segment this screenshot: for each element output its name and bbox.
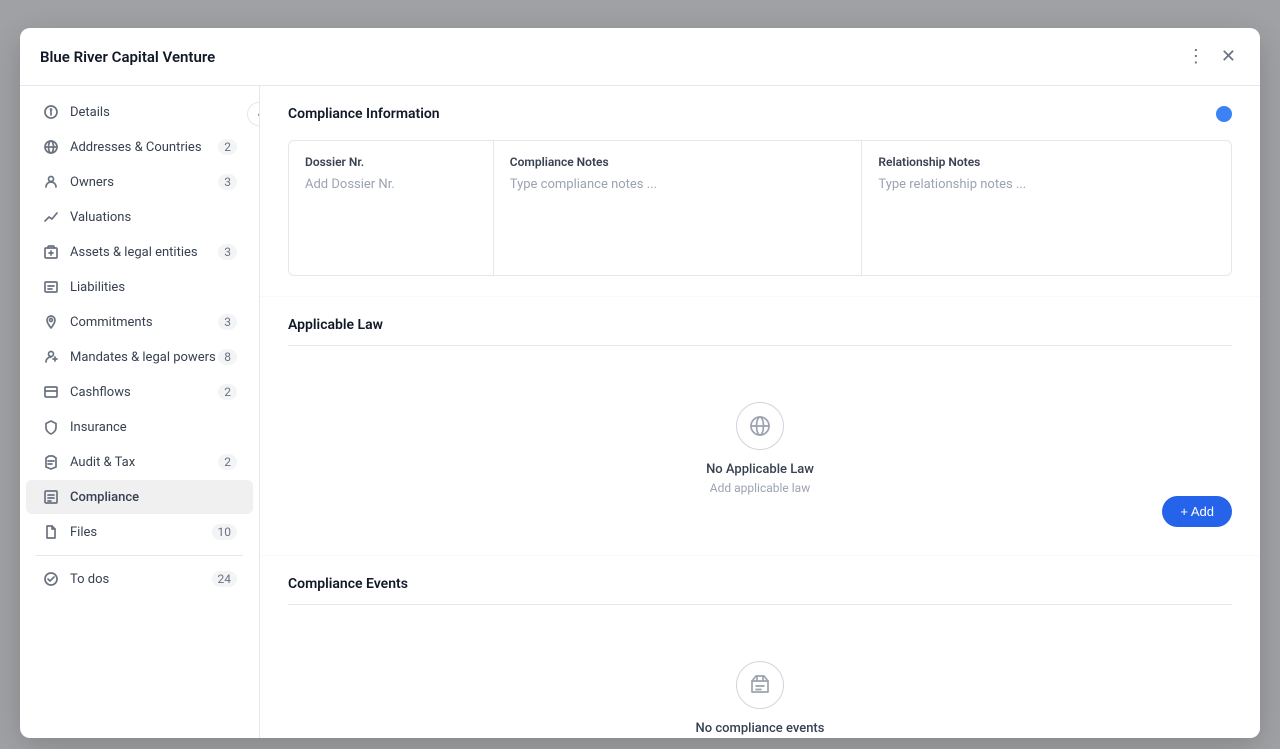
relationship-notes-label: Relationship Notes: [878, 155, 1215, 169]
sidebar-item-label: Liabilities: [70, 280, 237, 295]
sidebar-item-count: 3: [218, 174, 237, 190]
compliance-info-section: Compliance Information Dossier Nr. Compl…: [260, 86, 1260, 296]
insurance-icon: [42, 418, 60, 436]
compliance-notes-input[interactable]: [510, 177, 846, 257]
dossier-label: Dossier Nr.: [305, 155, 477, 169]
liabilities-icon: [42, 278, 60, 296]
sidebar-item-label: Mandates & legal powers: [70, 350, 218, 365]
compliance-events-section: Compliance Events N: [260, 556, 1260, 738]
sidebar-item-todos[interactable]: To dos 24: [26, 562, 253, 596]
assets-icon: [42, 243, 60, 261]
modal-header: Blue River Capital Venture ⋮ ✕: [20, 28, 1260, 86]
sidebar-item-count: 3: [218, 244, 237, 260]
info-icon: [42, 103, 60, 121]
more-options-button[interactable]: ⋮: [1183, 42, 1209, 71]
audit-icon: [42, 453, 60, 471]
check-icon: [42, 570, 60, 588]
sidebar-item-label: Assets & legal entities: [70, 245, 218, 260]
dossier-input[interactable]: [305, 177, 477, 257]
sidebar-item-liabilities[interactable]: Liabilities: [26, 270, 253, 304]
applicable-law-title: Applicable Law: [288, 317, 1232, 346]
no-applicable-law-title: No Applicable Law: [706, 462, 814, 477]
compliance-icon: [42, 488, 60, 506]
compliance-events-title: Compliance Events: [288, 576, 1232, 605]
globe-icon: [42, 138, 60, 156]
relationship-notes-input[interactable]: [878, 177, 1215, 257]
sidebar-item-count: 2: [218, 384, 237, 400]
share-icon: [42, 173, 60, 191]
compliance-info-grid: Dossier Nr. Compliance Notes Relationshi…: [288, 140, 1232, 276]
trend-icon: [42, 208, 60, 226]
sidebar-item-cashflows[interactable]: Cashflows 2: [26, 375, 253, 409]
sidebar-item-label: Audit & Tax: [70, 455, 218, 470]
no-applicable-law-sub: Add applicable law: [710, 481, 810, 495]
compliance-notes-label: Compliance Notes: [510, 155, 846, 169]
sidebar-divider: [36, 555, 243, 556]
sidebar-item-mandates[interactable]: Mandates & legal powers 8: [26, 340, 253, 374]
modal-window: Blue River Capital Venture ⋮ ✕ ‹ Details: [20, 28, 1260, 738]
sidebar: ‹ Details Addresses & Countries 2: [20, 86, 260, 738]
mandates-icon: [42, 348, 60, 366]
sidebar-item-count: 3: [218, 314, 237, 330]
compliance-notes-field: Compliance Notes: [494, 141, 863, 275]
sidebar-item-label: Details: [70, 105, 237, 120]
files-icon: [42, 523, 60, 541]
sidebar-item-details[interactable]: Details: [26, 95, 253, 129]
sidebar-item-label: Valuations: [70, 210, 237, 225]
modal-header-actions: ⋮ ✕: [1183, 42, 1240, 71]
compliance-info-title: Compliance Information: [288, 106, 440, 122]
commitments-icon: [42, 313, 60, 331]
dossier-field: Dossier Nr.: [289, 141, 494, 275]
sidebar-item-count: 10: [212, 524, 238, 540]
applicable-law-section: Applicable Law No Applicable Law Add app…: [260, 297, 1260, 555]
sidebar-item-valuations[interactable]: Valuations: [26, 200, 253, 234]
sidebar-item-label: Commitments: [70, 315, 218, 330]
modal-title: Blue River Capital Venture: [40, 48, 215, 66]
section-header: Compliance Information: [288, 106, 1232, 122]
cashflows-icon: [42, 383, 60, 401]
no-compliance-events-title: No compliance events: [696, 721, 825, 736]
sidebar-item-count: 24: [212, 571, 238, 587]
sidebar-item-count: 2: [218, 139, 237, 155]
sidebar-item-addresses[interactable]: Addresses & Countries 2: [26, 130, 253, 164]
sidebar-item-label: Addresses & Countries: [70, 140, 218, 155]
section-status-dot: [1216, 106, 1232, 122]
sidebar-item-label: Owners: [70, 175, 218, 190]
sidebar-item-owners[interactable]: Owners 3: [26, 165, 253, 199]
sidebar-item-files[interactable]: Files 10: [26, 515, 253, 549]
sidebar-item-label: Files: [70, 525, 212, 540]
sidebar-item-assets[interactable]: Assets & legal entities 3: [26, 235, 253, 269]
sidebar-item-label: Cashflows: [70, 385, 218, 400]
compliance-events-empty-state: No compliance events Does this entity ha…: [288, 621, 1232, 738]
sidebar-item-label: Insurance: [70, 420, 237, 435]
sidebar-item-count: 8: [218, 349, 237, 365]
no-applicable-law-icon: [736, 402, 784, 450]
close-button[interactable]: ✕: [1217, 42, 1240, 71]
sidebar-item-compliance[interactable]: Compliance: [26, 480, 253, 514]
sidebar-item-count: 2: [218, 454, 237, 470]
sidebar-item-label: Compliance: [70, 490, 237, 505]
relationship-notes-field: Relationship Notes: [862, 141, 1231, 275]
sidebar-item-insurance[interactable]: Insurance: [26, 410, 253, 444]
sidebar-item-commitments[interactable]: Commitments 3: [26, 305, 253, 339]
modal-body: ‹ Details Addresses & Countries 2: [20, 86, 1260, 738]
add-applicable-law-button[interactable]: + Add: [1162, 496, 1232, 527]
applicable-law-empty-state: No Applicable Law Add applicable law + A…: [288, 362, 1232, 535]
no-compliance-events-icon: [736, 661, 784, 709]
sidebar-item-label: To dos: [70, 572, 212, 587]
sidebar-item-audit[interactable]: Audit & Tax 2: [26, 445, 253, 479]
main-content: Compliance Information Dossier Nr. Compl…: [260, 86, 1260, 738]
